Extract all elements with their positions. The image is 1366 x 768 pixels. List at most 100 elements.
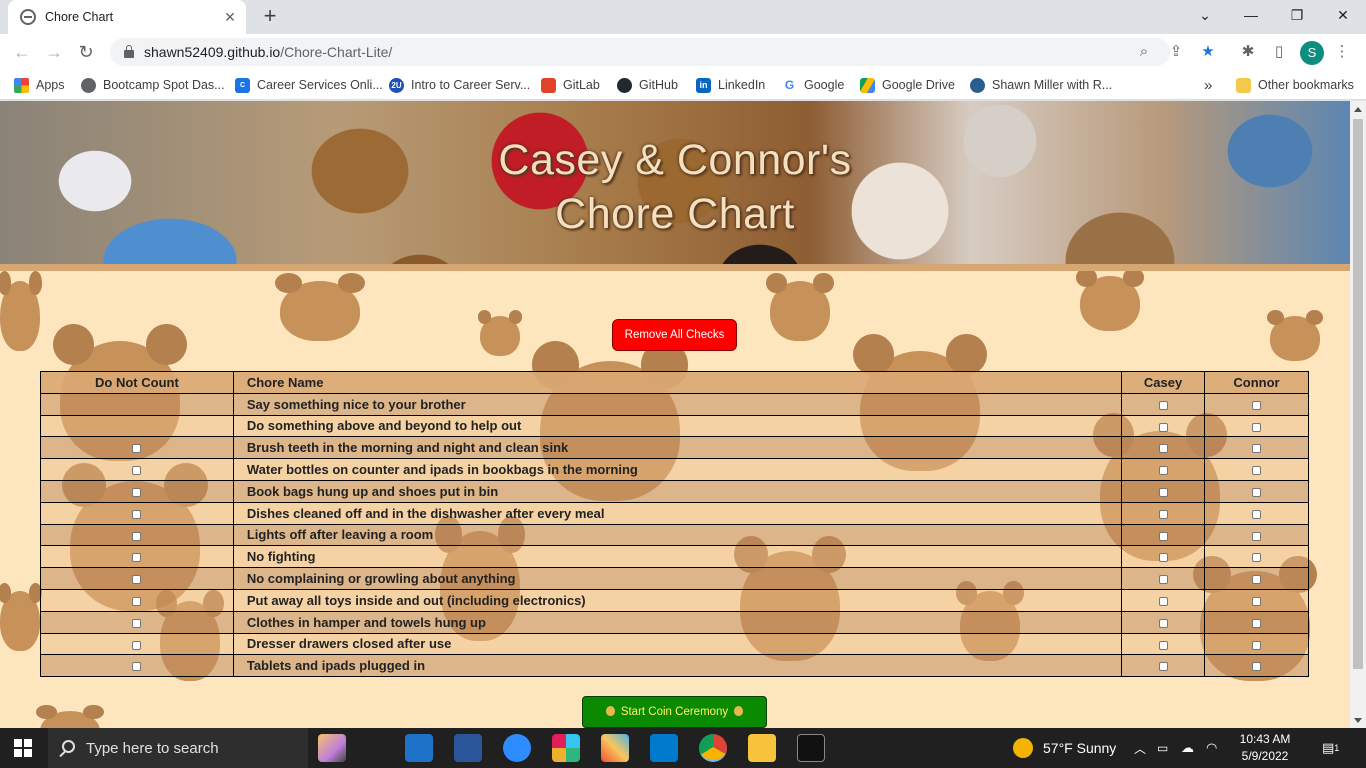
casey-checkbox[interactable] xyxy=(1158,487,1168,497)
connor-checkbox[interactable] xyxy=(1252,509,1262,519)
vscode-icon[interactable] xyxy=(650,734,678,762)
do-not-count-checkbox[interactable] xyxy=(132,662,142,672)
connor-checkbox[interactable] xyxy=(1252,531,1262,541)
bookmark-career-services[interactable]: C Career Services Onli... xyxy=(235,76,383,94)
zoom-icon[interactable]: ⌕ xyxy=(1134,42,1154,62)
do-not-count-checkbox[interactable] xyxy=(132,553,142,563)
onedrive-cloud-icon[interactable]: ☁ xyxy=(1181,728,1194,768)
bookmark-linkedin[interactable]: in LinkedIn xyxy=(696,76,765,94)
connor-checkbox[interactable] xyxy=(1252,400,1262,410)
tab-search-icon[interactable]: ⌄ xyxy=(1182,0,1228,30)
do-not-count-checkbox[interactable] xyxy=(132,487,142,497)
casey-checkbox[interactable] xyxy=(1158,531,1168,541)
connor-checkbox[interactable] xyxy=(1252,444,1262,454)
table-row: No complaining or growling about anythin… xyxy=(40,567,1309,590)
connor-checkbox[interactable] xyxy=(1252,640,1262,650)
do-not-count-checkbox[interactable] xyxy=(132,640,142,650)
remove-all-checks-button[interactable]: Remove All Checks xyxy=(612,319,737,351)
bookmark-bootcamp[interactable]: Bootcamp Spot Das... xyxy=(81,76,225,94)
more-bookmarks-button[interactable]: » xyxy=(1204,76,1212,94)
word-icon[interactable] xyxy=(454,734,482,762)
profile-avatar[interactable]: S xyxy=(1300,41,1324,65)
do-not-count-checkbox[interactable] xyxy=(132,531,142,541)
wifi-icon[interactable]: ◠ xyxy=(1206,728,1217,768)
connor-checkbox[interactable] xyxy=(1252,466,1262,476)
slack-icon[interactable] xyxy=(552,734,580,762)
weather-widget[interactable]: 57°F Sunny xyxy=(1013,728,1116,768)
do-not-count-checkbox[interactable] xyxy=(132,444,142,454)
lock-icon xyxy=(124,45,134,58)
close-window-button[interactable]: ✕ xyxy=(1320,0,1366,30)
connor-checkbox[interactable] xyxy=(1252,422,1262,432)
connor-checkbox[interactable] xyxy=(1252,575,1262,585)
do-not-count-checkbox[interactable] xyxy=(132,509,142,519)
address-bar[interactable]: shawn52409.github.io/Chore-Chart-Lite/ xyxy=(110,38,1170,66)
do-not-count-checkbox[interactable] xyxy=(132,618,142,628)
connor-checkbox[interactable] xyxy=(1252,662,1262,672)
connor-checkbox[interactable] xyxy=(1252,596,1262,606)
bookmark-google[interactable]: G Google xyxy=(782,76,844,94)
page-scrollbar[interactable] xyxy=(1350,101,1366,728)
bookmark-intro-career[interactable]: 2U Intro to Career Serv... xyxy=(389,76,530,94)
minimize-button[interactable]: — xyxy=(1228,0,1274,30)
money-bag-icon xyxy=(734,706,744,716)
scrollbar-thumb[interactable] xyxy=(1353,119,1363,669)
do-not-count-checkbox[interactable] xyxy=(132,596,142,606)
other-bookmarks-folder[interactable]: Other bookmarks xyxy=(1236,76,1354,94)
browser-tab[interactable]: Chore Chart ✕ xyxy=(8,0,246,34)
casey-checkbox[interactable] xyxy=(1158,466,1168,476)
terminal-icon[interactable] xyxy=(797,734,825,762)
side-panel-icon[interactable]: ▯ xyxy=(1269,42,1289,62)
do-not-count-checkbox[interactable] xyxy=(132,575,142,585)
do-not-count-cell xyxy=(40,392,234,416)
chore-table-body: Say something nice to your brother Do som… xyxy=(40,392,1309,678)
casey-checkbox[interactable] xyxy=(1158,596,1168,606)
casey-checkbox[interactable] xyxy=(1158,400,1168,410)
chore-name: Say something nice to your brother xyxy=(232,392,1123,416)
search-highlight-icon xyxy=(318,734,346,762)
connor-checkbox[interactable] xyxy=(1252,487,1262,497)
bookmark-star-icon[interactable]: ★ xyxy=(1198,42,1218,62)
share-icon[interactable]: ⇪ xyxy=(1166,42,1186,62)
bookmark-google-drive[interactable]: Google Drive xyxy=(860,76,955,94)
close-tab-icon[interactable]: ✕ xyxy=(222,9,238,25)
casey-checkbox[interactable] xyxy=(1158,422,1168,432)
casey-cell xyxy=(1121,567,1206,590)
bookmark-github[interactable]: GitHub xyxy=(617,76,678,94)
system-clock[interactable]: 10:43 AM 5/9/2022 xyxy=(1228,731,1302,765)
reload-icon[interactable]: ↻ xyxy=(74,40,98,64)
back-icon[interactable]: ← xyxy=(10,40,34,64)
taskbar-search-box[interactable]: Type here to search xyxy=(48,728,308,768)
extensions-icon[interactable]: ✱ xyxy=(1238,42,1258,62)
bookmark-apps[interactable]: Apps xyxy=(14,76,65,94)
bookmark-gitlab[interactable]: GitLab xyxy=(541,76,600,94)
bookmark-shawn-miller[interactable]: Shawn Miller with R... xyxy=(970,76,1112,94)
tray-overflow-icon[interactable]: ︿ xyxy=(1134,728,1146,768)
new-tab-button[interactable]: + xyxy=(258,5,282,29)
forward-icon[interactable]: → xyxy=(42,40,66,64)
connor-checkbox[interactable] xyxy=(1252,618,1262,628)
casey-checkbox[interactable] xyxy=(1158,575,1168,585)
file-explorer-icon[interactable] xyxy=(748,734,776,762)
menu-icon[interactable]: ⋮ xyxy=(1332,42,1352,62)
do-not-count-checkbox[interactable] xyxy=(132,466,142,476)
casey-checkbox[interactable] xyxy=(1158,553,1168,563)
casey-checkbox[interactable] xyxy=(1158,444,1168,454)
casey-checkbox[interactable] xyxy=(1158,662,1168,672)
scroll-up-icon[interactable] xyxy=(1354,107,1362,112)
git-app-icon[interactable] xyxy=(601,734,629,762)
chrome-icon[interactable] xyxy=(699,734,727,762)
scroll-down-icon[interactable] xyxy=(1354,718,1362,723)
news-app-icon[interactable] xyxy=(405,734,433,762)
windows-start-icon[interactable] xyxy=(14,739,32,757)
cen-icon: C xyxy=(235,77,250,93)
zoom-app-icon[interactable] xyxy=(503,734,531,762)
casey-checkbox[interactable] xyxy=(1158,640,1168,650)
connor-checkbox[interactable] xyxy=(1252,553,1262,563)
start-coin-ceremony-button[interactable]: Start Coin Ceremony xyxy=(582,696,767,728)
casey-checkbox[interactable] xyxy=(1158,618,1168,628)
network-drive-icon[interactable]: ▭ xyxy=(1157,728,1168,768)
casey-checkbox[interactable] xyxy=(1158,509,1168,519)
notifications-icon[interactable]: ▤ 1 xyxy=(1322,728,1339,768)
restore-button[interactable]: ❐ xyxy=(1274,0,1320,30)
